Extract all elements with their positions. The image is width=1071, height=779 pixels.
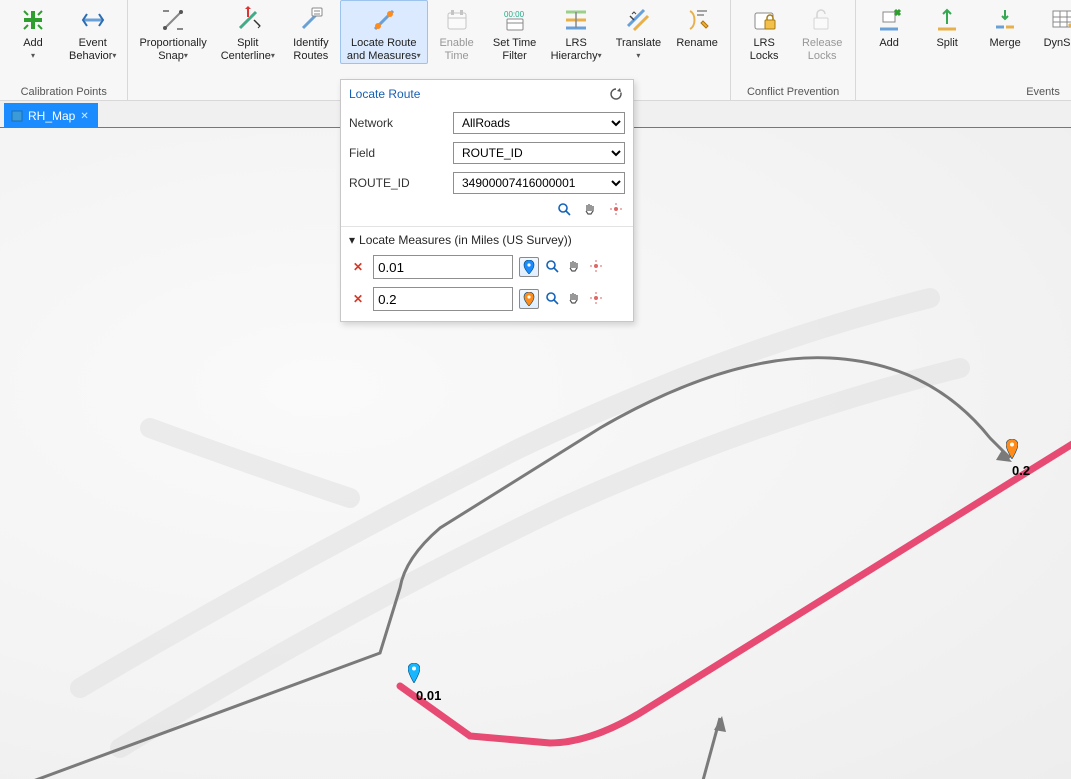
ribbon-group-title: Conflict Prevention: [735, 85, 851, 100]
measures-section-header[interactable]: ▾ Locate Measures (in Miles (US Survey)): [341, 231, 633, 251]
button-label: Merge: [990, 37, 1021, 50]
split-event-button[interactable]: Split: [918, 0, 976, 51]
locate-route-button[interactable]: Locate Routeand Measures▾: [340, 0, 428, 64]
tab-label: RH_Map: [28, 109, 75, 123]
merge-event-icon: [990, 5, 1020, 35]
pan-icon[interactable]: [565, 257, 583, 275]
rename-button[interactable]: Rename: [668, 0, 726, 51]
identify-routes-icon: [296, 5, 326, 35]
rename-icon: [682, 5, 712, 35]
button-label: EventBehavior▾: [69, 37, 116, 63]
release-locks-button: ReleaseLocks: [793, 0, 851, 64]
dynseg-icon: [1048, 5, 1071, 35]
map-pin-icon: [1006, 439, 1018, 459]
flash-icon[interactable]: [587, 289, 605, 307]
svg-text:00:00: 00:00: [504, 10, 525, 19]
dynseg-button[interactable]: DynSeg: [1034, 0, 1071, 51]
locate-route-pane: Locate Route Network AllRoads Field ROUT…: [340, 79, 634, 322]
set-time-filter-button[interactable]: 00:00 Set TimeFilter: [486, 0, 544, 64]
button-label: Set TimeFilter: [493, 37, 536, 63]
locate-route-icon: [369, 5, 399, 35]
map-icon: [11, 110, 23, 122]
flash-icon[interactable]: [607, 200, 625, 218]
lrs-hierarchy-button[interactable]: LRSHierarchy▾: [544, 0, 609, 64]
measure-label: 0.2: [1012, 463, 1030, 478]
split-event-icon: [932, 5, 962, 35]
road-grey-spur: [690, 718, 720, 779]
button-label: Rename: [676, 37, 718, 50]
chevron-down-icon: ▾: [349, 233, 355, 247]
button-label: LRSHierarchy▾: [551, 37, 602, 63]
map-pin-icon: [408, 663, 420, 683]
lrs-locks-icon: [749, 5, 779, 35]
remove-measure-button[interactable]: ✕: [349, 292, 367, 306]
flash-icon[interactable]: [587, 257, 605, 275]
enable-time-icon: [442, 5, 472, 35]
button-label: Add: [879, 37, 899, 50]
pin-tool-icon[interactable]: [519, 257, 539, 277]
close-icon[interactable]: ✕: [80, 111, 88, 122]
enable-time-button: EnableTime: [428, 0, 486, 64]
button-label: Split: [936, 37, 957, 50]
add-event-icon: [874, 5, 904, 35]
ribbon-group: AddSplitMergeDynSegReplaceConfigureRepla…: [856, 0, 1071, 100]
add-cp-button[interactable]: Add▾: [4, 0, 62, 64]
prop-snap-button[interactable]: ProportionallySnap▾: [132, 0, 213, 64]
field-select[interactable]: ROUTE_ID: [453, 142, 625, 164]
button-label: IdentifyRoutes: [293, 37, 328, 63]
release-locks-icon: [807, 5, 837, 35]
measure-input[interactable]: [373, 287, 513, 311]
route-highlight: [400, 433, 1071, 743]
add-event-button[interactable]: Add: [860, 0, 918, 51]
button-label: Locate Routeand Measures▾: [347, 37, 421, 63]
translate-button[interactable]: Translate▾: [609, 0, 668, 64]
ribbon-group-title: Events: [860, 85, 1071, 100]
field-label: Field: [349, 146, 445, 160]
merge-event-button[interactable]: Merge: [976, 0, 1034, 51]
pane-title: Locate Route: [349, 87, 420, 101]
event-behavior-icon: [78, 5, 108, 35]
button-label: Translate▾: [616, 37, 661, 63]
network-select[interactable]: AllRoads: [453, 112, 625, 134]
measure-label: 0.01: [416, 688, 441, 703]
button-label: ProportionallySnap▾: [139, 37, 206, 63]
zoom-icon[interactable]: [555, 200, 573, 218]
button-label: SplitCenterline▾: [221, 37, 275, 63]
lrs-locks-button[interactable]: LRSLocks: [735, 0, 793, 64]
plus-green-icon: [18, 5, 48, 35]
tab-rh-map[interactable]: RH_Map ✕: [4, 103, 98, 128]
identify-routes-button[interactable]: IdentifyRoutes: [282, 0, 340, 64]
routeid-label: ROUTE_ID: [349, 176, 445, 190]
pan-icon[interactable]: [565, 289, 583, 307]
ribbon-group-title: Calibration Points: [4, 85, 123, 100]
lrs-hierarchy-icon: [561, 5, 591, 35]
pin-tool-icon[interactable]: [519, 289, 539, 309]
button-label: EnableTime: [439, 37, 473, 63]
translate-icon: [623, 5, 653, 35]
ribbon-group: Add▾ EventBehavior▾ Calibration Points: [0, 0, 128, 100]
button-label: ReleaseLocks: [802, 37, 842, 63]
event-behavior-button[interactable]: EventBehavior▾: [62, 0, 123, 64]
routeid-select[interactable]: 34900007416000001: [453, 172, 625, 194]
remove-measure-button[interactable]: ✕: [349, 260, 367, 274]
measure-row: ✕: [341, 251, 633, 283]
zoom-icon[interactable]: [543, 289, 561, 307]
refresh-icon[interactable]: [607, 85, 625, 103]
zoom-icon[interactable]: [543, 257, 561, 275]
prop-snap-icon: [158, 5, 188, 35]
set-time-filter-icon: 00:00: [500, 5, 530, 35]
ribbon-group: LRSLocks ReleaseLocks Conflict Prevention: [731, 0, 856, 100]
button-label: DynSeg: [1044, 37, 1071, 50]
split-centerline-icon: [233, 5, 263, 35]
route-tools: [341, 198, 633, 224]
measure-row: ✕: [341, 283, 633, 315]
measure-input[interactable]: [373, 255, 513, 279]
button-label: Add▾: [23, 37, 43, 63]
network-label: Network: [349, 116, 445, 130]
split-centerline-button[interactable]: SplitCenterline▾: [214, 0, 282, 64]
pan-icon[interactable]: [581, 200, 599, 218]
button-label: LRSLocks: [750, 37, 779, 63]
